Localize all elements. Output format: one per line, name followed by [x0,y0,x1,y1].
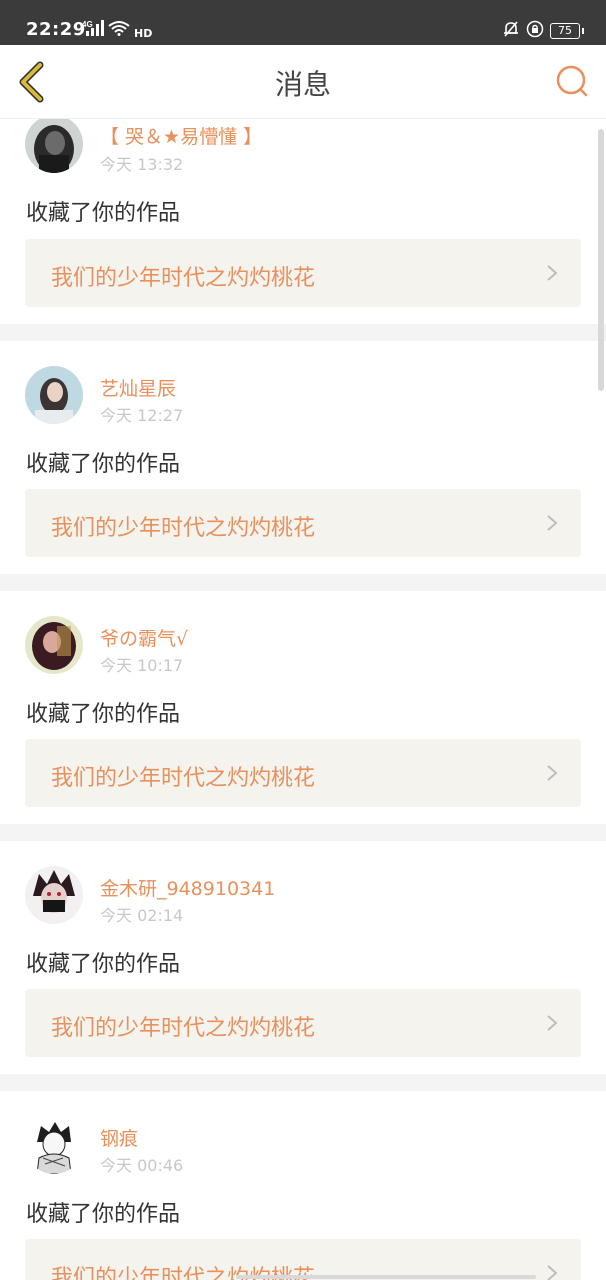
work-card[interactable]: 我们的少年时代之灼灼桃花 [25,1239,581,1280]
chevron-right-icon [547,265,558,281]
message-item: 艺灿星辰 今天 12:27 收藏了你的作品 我们的少年时代之灼灼桃花 [0,341,606,574]
divider [0,574,606,591]
scrollbar[interactable] [598,129,604,391]
username[interactable]: 爷の霸气√ [100,624,188,651]
chevron-right-icon [547,1015,558,1031]
chevron-right-icon [547,1265,558,1280]
work-card[interactable]: 我们的少年时代之灼灼桃花 [25,739,581,807]
status-left-icons: 4G HD [82,20,152,40]
avatar[interactable] [25,616,83,674]
work-title: 我们的少年时代之灼灼桃花 [51,1016,316,1041]
username[interactable]: 艺灿星辰 [100,374,176,401]
search-icon [556,65,588,97]
timestamp: 今天 00:46 [100,1156,184,1175]
action-text: 收藏了你的作品 [26,452,181,477]
message-item: 【 哭＆★易懵懂 】 今天 13:32 收藏了你的作品 我们的少年时代之灼灼桃花 [0,119,606,324]
page-title: 消息 [274,68,331,101]
divider [0,824,606,841]
message-item: 钢痕 今天 00:46 收藏了你的作品 我们的少年时代之灼灼桃花 [0,1091,606,1280]
work-title: 我们的少年时代之灼灼桃花 [51,266,316,291]
action-text: 收藏了你的作品 [26,702,181,727]
home-indicator[interactable] [236,1275,536,1279]
username[interactable]: 【 哭＆★易懵懂 】 [100,122,262,149]
network-label: 4G [82,20,93,29]
timestamp: 今天 10:17 [100,656,184,675]
battery-icon: 75 [550,23,584,39]
avatar[interactable] [25,1116,83,1174]
avatar[interactable] [25,119,83,173]
signal-icon: 4G [82,20,104,40]
username[interactable]: 钢痕 [100,1124,138,1151]
username[interactable]: 金木研_948910341 [100,874,275,901]
work-card[interactable]: 我们的少年时代之灼灼桃花 [25,239,581,307]
message-item: 爷の霸气√ 今天 10:17 收藏了你的作品 我们的少年时代之灼灼桃花 [0,591,606,824]
hd-icon: HD [134,27,153,40]
nav-bar: 消息 [0,45,606,119]
timestamp: 今天 02:14 [100,906,184,925]
avatar[interactable] [25,366,83,424]
lock-rotation-icon [526,20,544,42]
wifi-icon [108,20,130,40]
message-list[interactable]: 【 哭＆★易懵懂 】 今天 13:32 收藏了你的作品 我们的少年时代之灼灼桃花… [0,119,606,1280]
status-bar: 22:29 4G HD 75 [0,0,606,45]
status-right-icons: 75 [502,20,584,42]
avatar[interactable] [25,866,83,924]
search-button[interactable] [552,61,592,101]
timestamp: 今天 12:27 [100,406,184,425]
action-text: 收藏了你的作品 [26,1202,181,1227]
divider [0,1074,606,1091]
timestamp: 今天 13:32 [100,155,184,174]
chevron-right-icon [547,765,558,781]
bell-muted-icon [502,20,520,42]
chevron-right-icon [547,515,558,531]
divider [0,324,606,341]
action-text: 收藏了你的作品 [26,201,181,226]
work-title: 我们的少年时代之灼灼桃花 [51,766,316,791]
message-item: 金木研_948910341 今天 02:14 收藏了你的作品 我们的少年时代之灼… [0,841,606,1074]
work-card[interactable]: 我们的少年时代之灼灼桃花 [25,489,581,557]
status-time: 22:29 [26,19,86,40]
action-text: 收藏了你的作品 [26,952,181,977]
work-card[interactable]: 我们的少年时代之灼灼桃花 [25,989,581,1057]
work-title: 我们的少年时代之灼灼桃花 [51,516,316,541]
